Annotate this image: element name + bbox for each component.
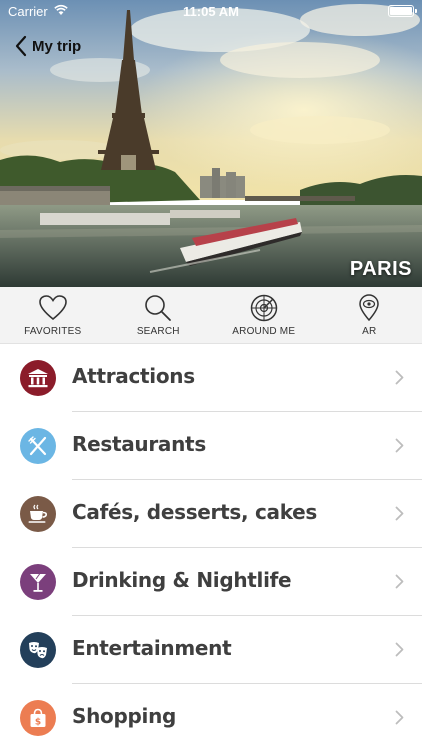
around-me-label: AROUND ME xyxy=(232,326,296,337)
back-label: My trip xyxy=(32,37,82,55)
chevron-right-icon xyxy=(395,438,404,453)
category-label-drinking: Drinking & Nightlife xyxy=(72,568,292,592)
category-row-entertainment[interactable]: Entertainment xyxy=(0,616,422,684)
category-icon-drinking xyxy=(20,564,56,600)
chevron-right-icon xyxy=(395,506,404,521)
category-row-shopping[interactable]: $ Shopping xyxy=(0,684,422,750)
category-label-entertainment: Entertainment xyxy=(72,636,232,660)
status-bar: Carrier 11:05 AM xyxy=(0,0,422,24)
category-label-attractions: Attractions xyxy=(72,364,195,388)
status-time: 11:05 AM xyxy=(183,4,239,19)
radar-icon xyxy=(250,294,277,322)
coffee-cup-icon xyxy=(28,504,47,523)
shopping-bag-icon: $ xyxy=(30,708,46,728)
chevron-left-icon xyxy=(15,35,27,57)
category-icon-attractions xyxy=(20,360,56,396)
category-label-restaurants: Restaurants xyxy=(72,432,206,456)
heart-icon xyxy=(38,295,67,321)
category-label-shopping: Shopping xyxy=(72,704,177,728)
category-list: Attractions Restaurants Cafés, desserts,… xyxy=(0,344,422,750)
category-row-attractions[interactable]: Attractions xyxy=(0,344,422,412)
eye-pin-icon xyxy=(359,294,380,322)
theater-masks-icon xyxy=(29,642,47,659)
chevron-right-icon xyxy=(395,642,404,657)
battery-icon xyxy=(388,5,417,17)
chevron-right-icon xyxy=(395,370,404,385)
ar-button[interactable]: AR xyxy=(317,287,422,343)
category-row-drinking[interactable]: Drinking & Nightlife xyxy=(0,548,422,616)
category-icon-shopping: $ xyxy=(20,700,56,736)
cocktail-icon xyxy=(30,571,46,592)
toolbar: FAVORITES SEARCH AROUND ME AR xyxy=(0,287,422,344)
search-label: SEARCH xyxy=(136,326,180,337)
category-label-cafes: Cafés, desserts, cakes xyxy=(72,500,318,524)
chevron-right-icon xyxy=(395,574,404,589)
around-me-button[interactable]: AROUND ME xyxy=(211,287,317,343)
category-row-restaurants[interactable]: Restaurants xyxy=(0,412,422,480)
favorites-button[interactable]: FAVORITES xyxy=(0,287,106,343)
ar-label: AR xyxy=(362,326,377,337)
svg-text:$: $ xyxy=(35,718,41,728)
search-button[interactable]: SEARCH xyxy=(106,287,212,343)
city-title: PARIS xyxy=(349,258,412,280)
magnifier-icon xyxy=(145,295,172,321)
hero-image: Carrier 11:05 AM My trip PARIS xyxy=(0,0,422,287)
favorites-label: FAVORITES xyxy=(24,326,82,337)
category-icon-restaurants xyxy=(20,428,56,464)
fork-knife-icon xyxy=(28,436,47,456)
chevron-right-icon xyxy=(395,710,404,725)
category-icon-entertainment xyxy=(20,632,56,668)
back-button[interactable]: My trip xyxy=(14,33,81,59)
category-icon-cafes xyxy=(20,496,56,532)
museum-icon xyxy=(28,369,48,388)
category-row-cafes[interactable]: Cafés, desserts, cakes xyxy=(0,480,422,548)
